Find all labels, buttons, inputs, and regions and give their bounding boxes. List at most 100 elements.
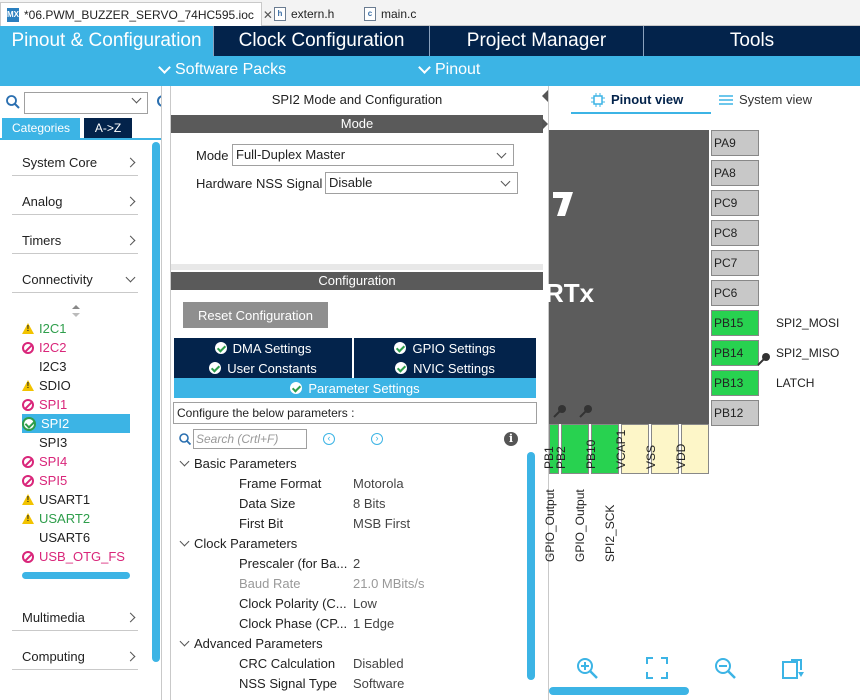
peripheral-item-sdio[interactable]: SDIO bbox=[22, 376, 130, 395]
tab-tools[interactable]: Tools bbox=[644, 26, 860, 56]
pin-pc6[interactable]: PC6 bbox=[711, 280, 759, 306]
mode-select[interactable]: Full-Duplex Master bbox=[232, 144, 514, 166]
pin-vdd[interactable]: VDD bbox=[674, 424, 709, 474]
file-tab-main-c[interactable]: c main.c bbox=[358, 2, 438, 26]
peripheral-item-spi5[interactable]: SPI5 bbox=[22, 471, 130, 490]
peripheral-item-i2c3[interactable]: I2C3 bbox=[22, 357, 130, 376]
pin-pc7[interactable]: PC7 bbox=[711, 250, 759, 276]
panel-title: SPI2 Mode and Configuration bbox=[271, 92, 443, 107]
st-logo-icon bbox=[553, 192, 573, 216]
pin-pc9[interactable]: PC9 bbox=[711, 190, 759, 216]
gear-icon[interactable] bbox=[155, 94, 162, 108]
tab-dma-settings[interactable]: DMA Settings bbox=[174, 338, 352, 358]
param-group[interactable]: Basic Parameters bbox=[179, 456, 297, 471]
category-analog[interactable]: Analog bbox=[12, 189, 138, 215]
tab-pinout-view[interactable]: Pinout view bbox=[591, 92, 683, 107]
tab-pinout-configuration[interactable]: Pinout & Configuration bbox=[0, 26, 214, 56]
param-name: Prescaler (for Ba... bbox=[239, 556, 348, 571]
a-to-z-button[interactable]: A->Z bbox=[84, 118, 132, 138]
category-multimedia[interactable]: Multimedia bbox=[12, 605, 138, 631]
pinout-horizontal-scrollbar[interactable] bbox=[549, 687, 689, 695]
peripheral-item-spi2[interactable]: SPI2 bbox=[22, 414, 130, 433]
pin-signal-label: SPI2_SCK bbox=[603, 504, 617, 562]
param-value[interactable]: Motorola bbox=[353, 476, 404, 491]
tab-user-constants[interactable]: User Constants bbox=[174, 358, 352, 378]
fit-icon[interactable] bbox=[645, 656, 669, 680]
tab-label: DMA Settings bbox=[232, 340, 312, 356]
peripheral-label: I2C2 bbox=[39, 340, 67, 355]
tab-project-manager[interactable]: Project Manager bbox=[430, 26, 644, 56]
chevron-right-icon bbox=[125, 157, 136, 168]
software-packs-menu[interactable]: Software Packs bbox=[158, 61, 286, 79]
tab-clock-configuration[interactable]: Clock Configuration bbox=[214, 26, 430, 56]
categories-button[interactable]: Categories bbox=[2, 118, 80, 138]
search-row bbox=[4, 90, 162, 114]
next-match-icon[interactable]: › bbox=[371, 433, 383, 445]
tab-label: Parameter Settings bbox=[308, 380, 420, 396]
pin-pb13[interactable]: PB13 bbox=[711, 370, 759, 396]
list-icon bbox=[719, 94, 733, 105]
pin-pc8[interactable]: PC8 bbox=[711, 220, 759, 246]
peripheral-label: SPI4 bbox=[39, 454, 68, 469]
param-value[interactable]: Disabled bbox=[353, 656, 404, 671]
peripheral-item-usart6[interactable]: USART6 bbox=[22, 528, 130, 547]
param-value[interactable]: Low bbox=[353, 596, 377, 611]
peripheral-item-usb_otg_fs[interactable]: USB_OTG_FS bbox=[22, 547, 130, 566]
param-value[interactable]: 8 Bits bbox=[353, 496, 386, 511]
peripheral-label: USART2 bbox=[39, 511, 91, 526]
zoom-in-icon[interactable] bbox=[575, 656, 599, 680]
parameter-scrollbar[interactable] bbox=[527, 452, 535, 680]
tab-nvic-settings[interactable]: NVIC Settings bbox=[354, 358, 536, 378]
category-system-core[interactable]: System Core bbox=[12, 150, 138, 176]
param-group[interactable]: Clock Parameters bbox=[179, 536, 297, 551]
previous-match-icon[interactable]: ‹ bbox=[323, 433, 335, 445]
param-group[interactable]: Advanced Parameters bbox=[179, 636, 323, 651]
tab-gpio-settings[interactable]: GPIO Settings bbox=[354, 338, 536, 358]
peripheral-item-spi4[interactable]: SPI4 bbox=[22, 452, 130, 471]
peripheral-item-i2c2[interactable]: I2C2 bbox=[22, 338, 130, 357]
peripheral-item-i2c1[interactable]: I2C1 bbox=[22, 319, 130, 338]
peripheral-search-input[interactable] bbox=[24, 92, 148, 114]
pin-pb15[interactable]: PB15 bbox=[711, 310, 759, 336]
pinout-menu[interactable]: Pinout bbox=[418, 61, 480, 79]
pin-pa9[interactable]: PA9 bbox=[711, 130, 759, 156]
pin-pa8[interactable]: PA8 bbox=[711, 160, 759, 186]
export-icon[interactable] bbox=[781, 656, 805, 680]
reset-configuration-button[interactable]: Reset Configuration bbox=[183, 302, 328, 328]
peripheral-item-spi1[interactable]: SPI1 bbox=[22, 395, 130, 414]
chip-label: RTx bbox=[545, 278, 595, 308]
category-connectivity[interactable]: Connectivity bbox=[12, 267, 138, 293]
param-value[interactable]: 2 bbox=[353, 556, 360, 571]
file-tab-extern-h[interactable]: h extern.h bbox=[268, 2, 348, 26]
param-value[interactable]: Software bbox=[353, 676, 404, 691]
pin-pb14[interactable]: PB14 bbox=[711, 340, 759, 366]
peripheral-item-spi3[interactable]: SPI3 bbox=[22, 433, 130, 452]
splitter[interactable] bbox=[171, 264, 543, 270]
peripheral-label: USART6 bbox=[39, 530, 91, 545]
zoom-out-icon[interactable] bbox=[713, 656, 737, 680]
parameter-search-input[interactable]: Search (Crtl+F) bbox=[193, 429, 307, 449]
check-icon bbox=[395, 362, 408, 374]
pin-pb12[interactable]: PB12 bbox=[711, 400, 759, 426]
category-label: Connectivity bbox=[22, 272, 93, 287]
tab-parameter-settings[interactable]: Parameter Settings bbox=[174, 378, 536, 398]
info-icon[interactable]: i bbox=[504, 432, 518, 446]
left-panel-scrollbar[interactable] bbox=[152, 142, 160, 662]
category-computing[interactable]: Computing bbox=[12, 644, 138, 670]
param-value[interactable]: MSB First bbox=[353, 516, 410, 531]
param-group-label: Advanced Parameters bbox=[194, 636, 323, 651]
category-timers[interactable]: Timers bbox=[12, 228, 138, 254]
param-value[interactable]: 1 Edge bbox=[353, 616, 394, 631]
peripheral-item-usart1[interactable]: USART1 bbox=[22, 490, 130, 509]
tab-system-view[interactable]: System view bbox=[719, 92, 812, 107]
pin-label: PB2 bbox=[554, 446, 568, 469]
category-label: Analog bbox=[22, 194, 63, 209]
chevron-down-icon bbox=[496, 148, 507, 159]
nss-select[interactable]: Disable bbox=[325, 172, 518, 194]
sort-icon[interactable] bbox=[72, 305, 80, 317]
peripheral-item-usart2[interactable]: USART2 bbox=[22, 509, 130, 528]
peripheral-label: USART1 bbox=[39, 492, 91, 507]
forbidden-icon bbox=[22, 550, 34, 563]
list-scrollbar[interactable] bbox=[22, 572, 130, 579]
file-tab-ioc[interactable]: MX *06.PWM_BUZZER_SERVO_74HC595.ioc ✕ bbox=[0, 2, 273, 26]
